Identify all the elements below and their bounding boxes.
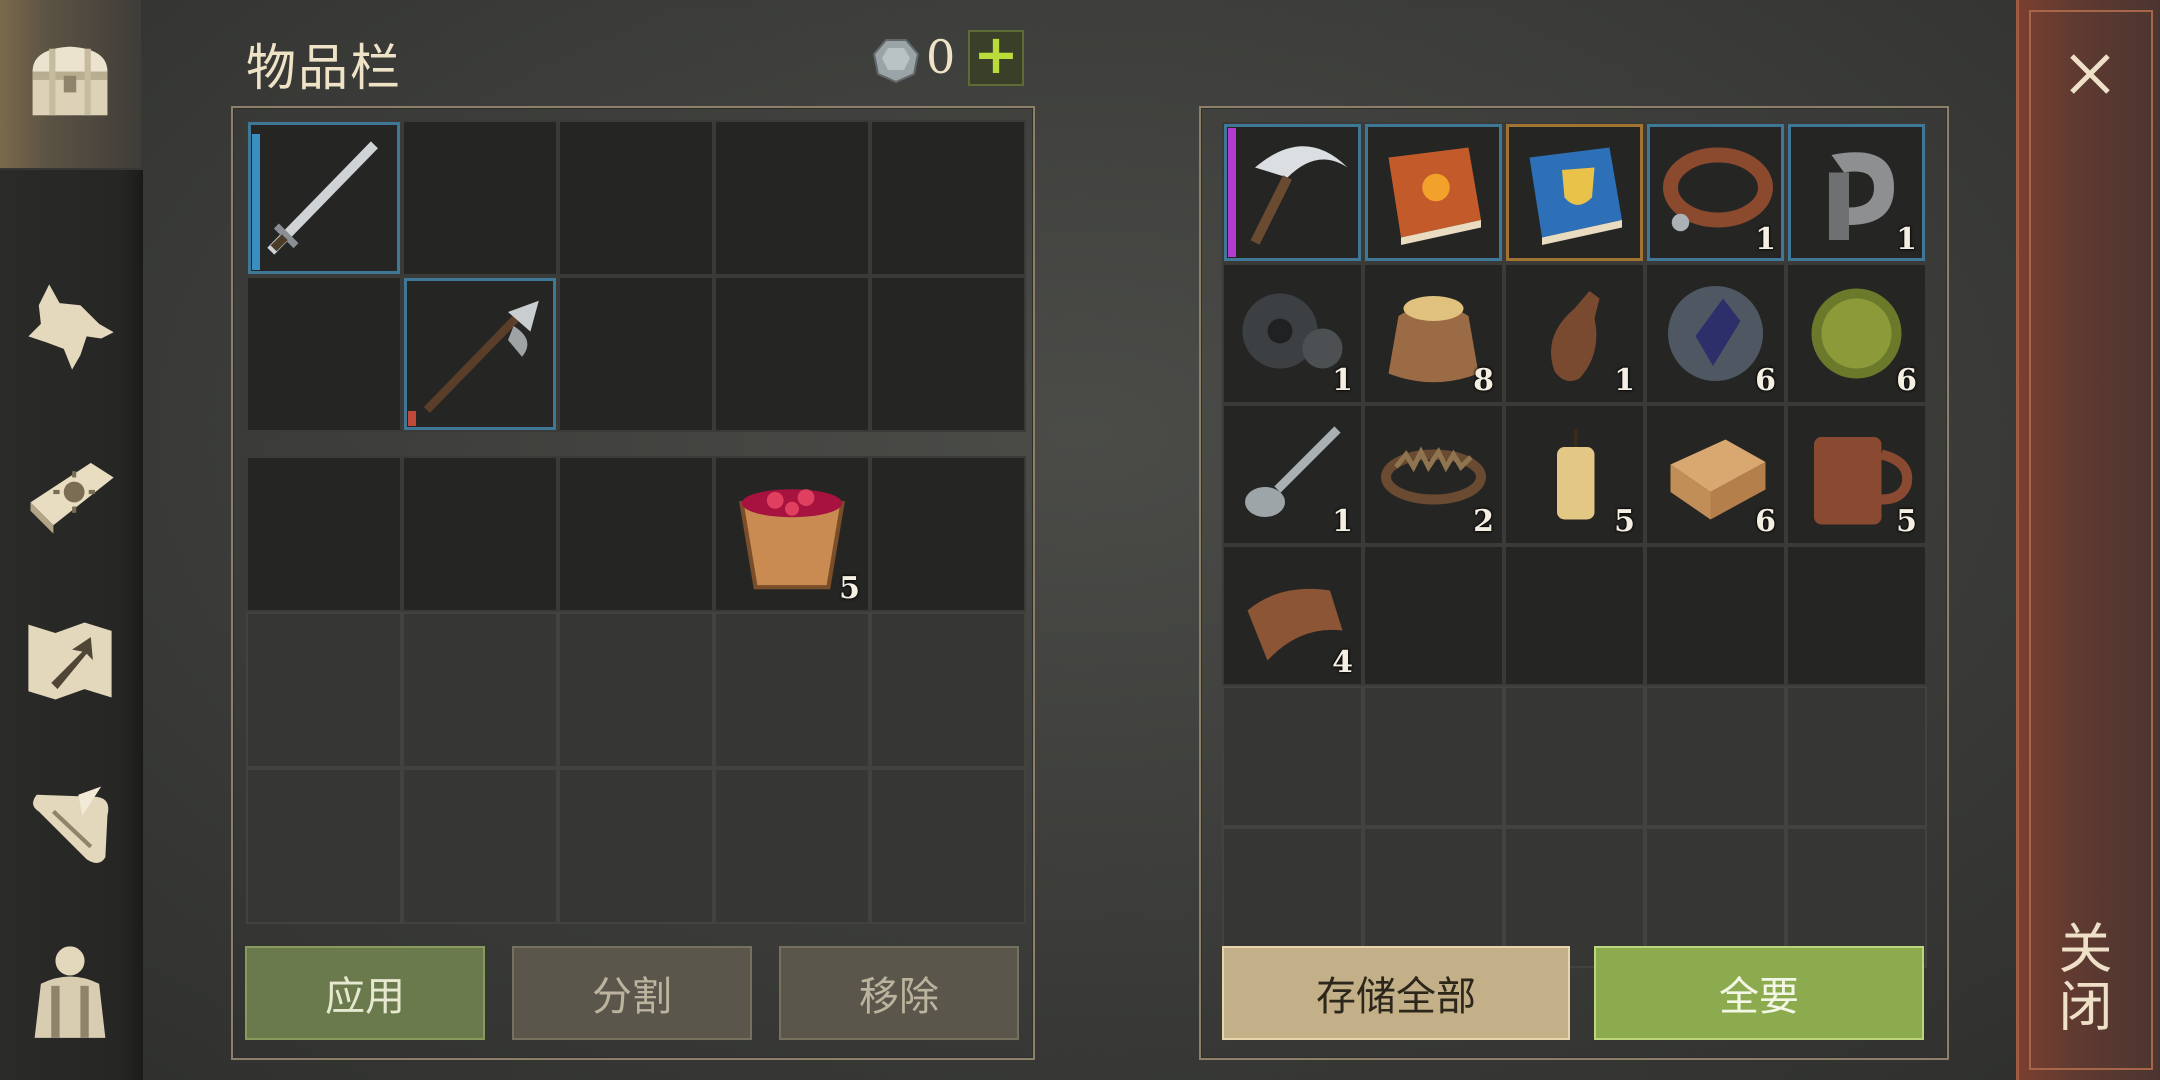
backpack-slot-empty[interactable] [870, 456, 1026, 612]
item-count: 6 [1755, 363, 1776, 398]
item-count: 1 [1332, 363, 1353, 398]
backpack-slot-empty[interactable] [246, 456, 402, 612]
item-count: 6 [1896, 363, 1917, 398]
remove-button[interactable]: 移除 [779, 946, 1019, 1040]
equipment-grid [246, 120, 1026, 432]
container-slot-collar[interactable]: 1 [1645, 122, 1786, 263]
side-nav [0, 0, 143, 1080]
close-panel[interactable] [2016, 0, 2160, 1080]
backpack-slot-empty[interactable] [246, 612, 402, 768]
container-slot-empty[interactable] [1786, 686, 1927, 827]
container-slot-sickle[interactable] [1222, 122, 1363, 263]
container-slot-leather-scrap[interactable]: 4 [1222, 545, 1363, 686]
item-count: 4 [1332, 645, 1353, 680]
map-arrow-icon[interactable] [14, 604, 126, 716]
item-count: 6 [1755, 504, 1776, 539]
item-count: 8 [1473, 363, 1494, 398]
item-count: 1 [1755, 222, 1776, 257]
orange-book-icon [1388, 147, 1481, 245]
backpack-slot-empty[interactable] [558, 612, 714, 768]
sickle-icon [1250, 146, 1348, 245]
backpack-slot-berry-bucket[interactable]: 5 [714, 456, 870, 612]
container-slot-blue-book[interactable] [1504, 122, 1645, 263]
equipment-slot-empty[interactable] [870, 120, 1026, 276]
sword-icon [267, 141, 378, 255]
backpack-slot-empty[interactable] [246, 768, 402, 924]
container-slot-orange-book[interactable] [1363, 122, 1504, 263]
container-slot-leather-bottle[interactable]: 1 [1504, 263, 1645, 404]
backpack-grid: 5 [246, 456, 1026, 924]
halberd-icon [423, 300, 539, 413]
sun-book-icon[interactable] [14, 436, 126, 548]
apply-button[interactable]: 应用 [245, 946, 485, 1040]
container-slot-spoon[interactable]: 1 [1222, 404, 1363, 545]
equipment-slot-empty[interactable] [558, 120, 714, 276]
item-count: 5 [1614, 504, 1635, 539]
take-all-button[interactable]: 全要 [1594, 946, 1924, 1040]
container-slot-empty[interactable] [1645, 686, 1786, 827]
container-grid: 1 1 1 8 1 6 6 1 2 5 6 5 4 [1222, 122, 1927, 968]
chest-icon[interactable] [14, 26, 126, 138]
equipment-slot-sword[interactable] [246, 120, 402, 276]
equipment-slot-empty[interactable] [246, 276, 402, 432]
store-all-button[interactable]: 存储全部 [1222, 946, 1570, 1040]
backpack-slot-empty[interactable] [870, 612, 1026, 768]
container-slot-herb-ball[interactable]: 6 [1786, 263, 1927, 404]
container-slot-empty[interactable] [1363, 686, 1504, 827]
container-slot-empty[interactable] [1222, 686, 1363, 827]
item-count: 5 [1896, 504, 1917, 539]
backpack-slot-empty[interactable] [402, 612, 558, 768]
container-slot-crystal[interactable]: 6 [1645, 263, 1786, 404]
backpack-slot-empty[interactable] [558, 768, 714, 924]
container-slot-empty[interactable] [1645, 545, 1786, 686]
backpack-slot-empty[interactable] [714, 768, 870, 924]
equipment-slot-empty[interactable] [558, 276, 714, 432]
scroll-icon[interactable] [14, 770, 126, 882]
container-slot-empty[interactable] [1786, 545, 1927, 686]
currency-value: 0 [926, 30, 956, 84]
split-button[interactable]: 分割 [512, 946, 752, 1040]
container-slot-iron-clamp[interactable]: 1 [1786, 122, 1927, 263]
container-slot-gear[interactable]: 1 [1222, 263, 1363, 404]
container-slot-cloth[interactable]: 6 [1645, 404, 1786, 545]
wolf-icon[interactable] [14, 270, 126, 382]
container-slot-bear-trap[interactable]: 2 [1363, 404, 1504, 545]
item-count: 1 [1896, 222, 1917, 257]
add-currency-button[interactable]: + [968, 28, 1024, 86]
equipment-slot-halberd[interactable] [402, 276, 558, 432]
backpack-slot-empty[interactable] [558, 456, 714, 612]
close-label[interactable]: 关闭 [2049, 920, 2120, 1036]
item-count: 1 [1614, 363, 1635, 398]
equipment-slot-empty[interactable] [714, 120, 870, 276]
backpack-slot-empty[interactable] [402, 768, 558, 924]
coin-icon [872, 39, 920, 84]
page-title: 物品栏 [246, 39, 402, 97]
blue-book-icon [1529, 147, 1622, 245]
container-slot-empty[interactable] [1363, 545, 1504, 686]
equipment-slot-empty[interactable] [870, 276, 1026, 432]
backpack-slot-empty[interactable] [402, 456, 558, 612]
item-count: 1 [1332, 504, 1353, 539]
container-slot-candle[interactable]: 5 [1504, 404, 1645, 545]
container-slot-empty[interactable] [1504, 686, 1645, 827]
container-slot-wood-mug[interactable]: 5 [1786, 404, 1927, 545]
backpack-slot-empty[interactable] [714, 612, 870, 768]
equipment-slot-empty[interactable] [402, 120, 558, 276]
item-count: 5 [839, 571, 860, 606]
character-icon[interactable] [14, 934, 126, 1046]
backpack-slot-empty[interactable] [870, 768, 1026, 924]
container-slot-empty[interactable] [1504, 545, 1645, 686]
item-count: 2 [1473, 504, 1494, 539]
close-icon[interactable] [2066, 50, 2114, 98]
equipment-slot-empty[interactable] [714, 276, 870, 432]
container-slot-grain-sack[interactable]: 8 [1363, 263, 1504, 404]
